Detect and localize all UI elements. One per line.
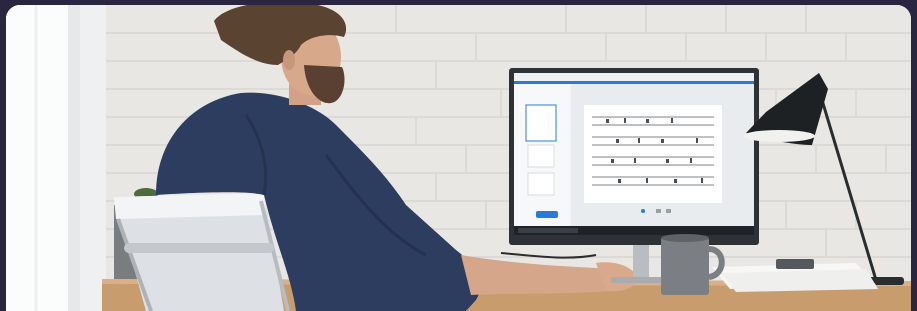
- window-curtain: [6, 5, 106, 311]
- photo-frame: [6, 5, 911, 311]
- monitor-screen: [514, 73, 754, 235]
- office-photo: [6, 5, 911, 311]
